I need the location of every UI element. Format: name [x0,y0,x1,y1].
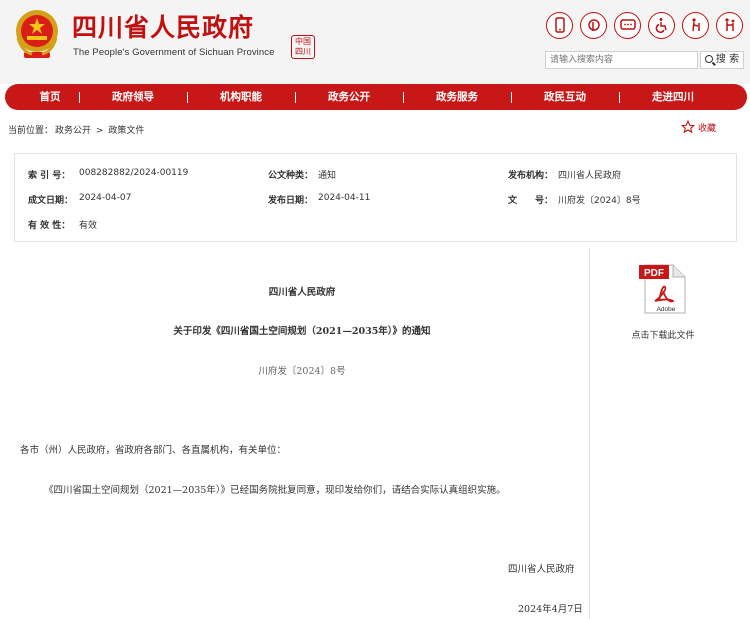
meta-docno-label: 文 号： [508,196,554,206]
document-meta-box: 索 引 号： 008282882/2024-00119 公文种类： 通知 发布机… [14,153,737,242]
main-nav: 首页 政府领导 机构职能 政务公开 政务服务 政民互动 走进四川 [5,84,747,110]
nav-divider [619,92,620,103]
seal-text: 中国四川 [295,37,311,56]
meta-type-value: 通知 [318,171,337,181]
national-emblem-icon [16,10,58,58]
meta-created-value: 2024-04-07 [79,193,132,203]
meta-type-label: 公文种类： [268,171,314,181]
meta-publisher-value: 四川省人民政府 [558,171,622,181]
doc-signature: 四川省人民政府 [508,564,575,575]
nav-divider [403,92,404,103]
nav-item-institutions[interactable]: 机构职能 [207,84,275,110]
site-title[interactable]: 四川省人民政府 [72,8,254,44]
breadcrumb-item-gov-affairs[interactable]: 政务公开 [55,126,91,136]
search-icon [704,55,713,63]
breadcrumb-separator: > [95,126,104,136]
nav-divider [295,92,296,103]
search-button[interactable]: 搜 索 [700,51,744,69]
nav-item-gov-affairs[interactable]: 政务公开 [315,84,383,110]
pdf-label: PDF [644,268,664,279]
pdf-file-icon[interactable]: PDF Adobe [639,263,687,315]
nav-item-home[interactable]: 首页 [25,84,75,110]
document-body: 四川省人民政府 关于印发《四川省国土空间规划（2021—2035年）》的通知 川… [14,248,590,619]
elderly-care-icon[interactable] [682,12,709,39]
download-panel: PDF Adobe 点击下载此文件 [596,248,746,368]
doc-number: 川府发〔2024〕8号 [258,366,346,377]
meta-validity-label: 有 效 性： [28,221,71,231]
sichuan-seal-logo: 中国四川 [291,35,315,59]
favorite-button[interactable]: 收藏 [681,120,716,134]
meta-published-label: 发布日期： [268,196,314,206]
meta-docno-value: 川府发〔2024〕8号 [558,196,641,206]
nav-item-interaction[interactable]: 政民互动 [531,84,599,110]
star-icon [681,120,695,134]
breadcrumb-prefix: 当前位置： [8,126,54,136]
breadcrumb: 当前位置： 政务公开 > 政策文件 [8,123,146,136]
meta-created-label: 成文日期： [28,196,74,206]
meta-validity-value: 有效 [79,221,98,231]
family-icon[interactable] [716,12,743,39]
doc-salutation: 各市（州）人民政府，省政府各部门、各直属机构，有关单位： [20,445,287,456]
nav-divider [79,92,80,103]
search-button-label: 搜 索 [715,54,740,65]
search-input[interactable] [545,51,698,69]
breadcrumb-item-policy-docs[interactable]: 政策文件 [108,126,144,136]
doc-body-paragraph: 《四川省国土空间规划（2021—2035年）》已经国务院批复同意，现印发给你们，… [44,485,506,496]
site-subtitle: The People's Government of Sichuan Provi… [73,47,275,58]
top-icon-bar [546,12,746,40]
nav-item-sichuan[interactable]: 走进四川 [639,84,707,110]
nav-item-gov-services[interactable]: 政务服务 [423,84,491,110]
meta-index-label: 索 引 号： [28,171,71,181]
nav-divider [187,92,188,103]
doc-title: 关于印发《四川省国土空间规划（2021—2035年）》的通知 [173,326,431,337]
doc-issuer: 四川省人民政府 [268,287,336,298]
doc-date: 2024年4月7日 [518,604,583,615]
meta-published-value: 2024-04-11 [318,193,371,203]
accessibility-icon[interactable] [648,12,675,39]
nav-item-leaders[interactable]: 政府领导 [99,84,167,110]
meta-publisher-label: 发布机构： [508,171,554,181]
download-file-link[interactable]: 点击下载此文件 [596,328,730,341]
wechat-icon[interactable] [614,12,641,39]
favorite-label: 收藏 [698,124,717,134]
weibo-icon[interactable] [580,12,607,39]
mobile-icon[interactable] [546,12,573,39]
adobe-label: Adobe [657,306,676,313]
nav-divider [511,92,512,103]
site-header: 四川省人民政府 The People's Government of Sichu… [0,0,750,84]
meta-index-value: 008282882/2024-00119 [79,168,189,178]
